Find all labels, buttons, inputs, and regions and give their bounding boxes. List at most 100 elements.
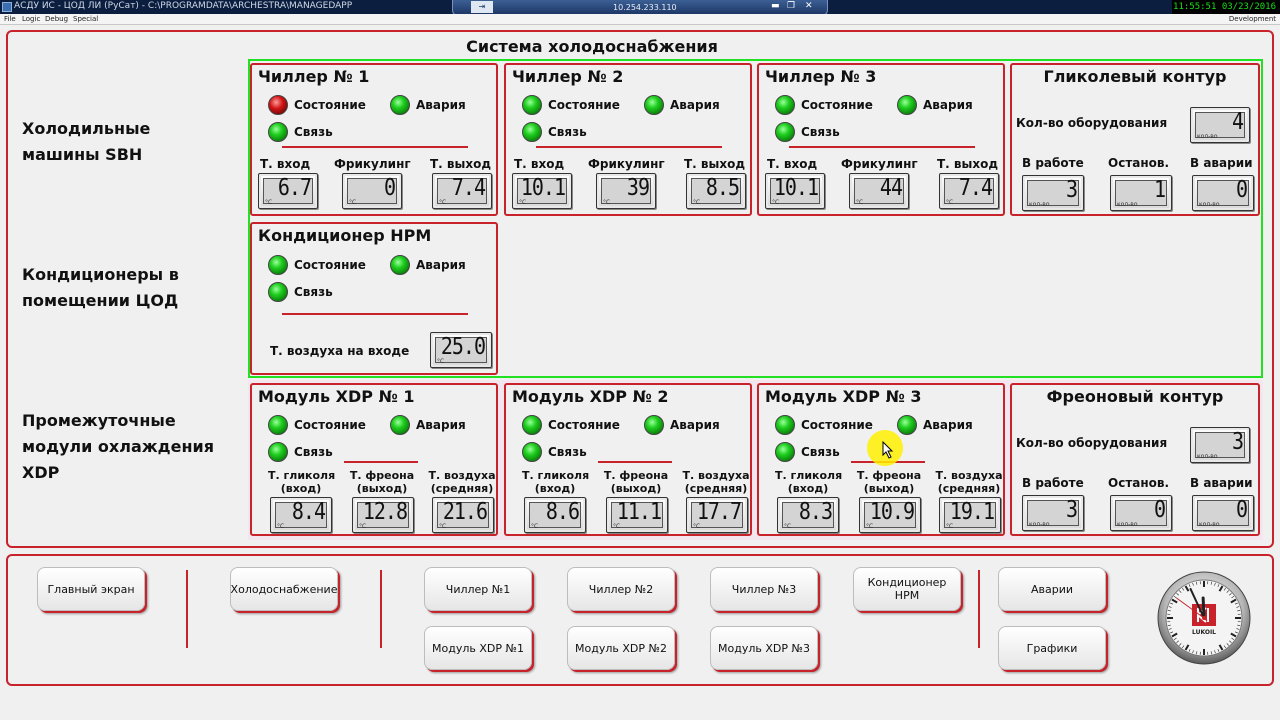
chiller-2-button[interactable]: Чиллер №2 <box>567 567 675 611</box>
xdp-module-3-button[interactable]: Модуль XDP №3 <box>710 626 818 670</box>
chiller-2-panel[interactable]: Чиллер № 2 Состояние Авария Связь Т. вхо… <box>504 63 752 216</box>
freon-header-stopped: Останов. <box>1108 476 1170 490</box>
xdp-module-2-header-air: Т. воздуха (средняя) <box>682 469 750 495</box>
chiller-1-header-free: Фрикулинг <box>334 157 411 171</box>
xdp-module-3-glycol-display: 8.3 °C <box>777 497 839 533</box>
menu-logic[interactable]: Logic <box>22 15 40 23</box>
menu-special[interactable]: Special <box>73 15 98 23</box>
xdp-module-2-link-label: Связь <box>548 445 587 459</box>
row-label-modules: Промежуточные модули охлаждения XDP <box>22 411 214 482</box>
chiller-2-link-led <box>522 122 542 142</box>
xdp-module-2-glycol-display: 8.6 °C <box>524 497 586 533</box>
freon-panel[interactable]: Фреоновый контур Кол-во оборудования 3 ко… <box>1010 383 1260 536</box>
chiller-2-link-label: Связь <box>548 125 587 139</box>
nav-separator <box>978 570 980 648</box>
chiller-1-out-display: 7.4 °C <box>432 173 492 209</box>
chiller-1-free-display: 0 °C <box>342 173 402 209</box>
xdp-module-2-link-led <box>522 442 542 462</box>
chiller-1-panel[interactable]: Чиллер № 1 Состояние Авария Связь Т. вхо… <box>250 63 498 216</box>
glycol-header-working: В работе <box>1022 156 1084 170</box>
charts-button[interactable]: Графики <box>998 626 1106 670</box>
main-screen-button[interactable]: Главный экран <box>37 567 145 611</box>
freon-stopped-display: 0 кол-во <box>1110 495 1172 531</box>
restore-icon[interactable]: ❐ <box>787 1 795 11</box>
chiller-3-alarm-label: Авария <box>923 98 973 112</box>
chiller-3-button[interactable]: Чиллер №3 <box>710 567 818 611</box>
mode-label: Development <box>1228 15 1276 23</box>
chiller-1-title: Чиллер № 1 <box>258 67 370 86</box>
conditioner-state-label: Состояние <box>294 258 366 272</box>
conditioner-panel[interactable]: Кондиционер НРМ Состояние Авария Связь Т… <box>250 222 498 375</box>
xdp-module-1-alarm-led <box>390 415 410 435</box>
xdp-module-2-alarm-label: Авария <box>670 418 720 432</box>
nav-separator <box>186 570 188 648</box>
chiller-1-header-out: Т. выход <box>430 157 492 171</box>
chiller-2-state-label: Состояние <box>548 98 620 112</box>
row-label-conditioners: Кондиционеры в помещении ЦОД <box>22 265 179 310</box>
chiller-3-alarm-led <box>897 95 917 115</box>
menu-file[interactable]: File <box>4 15 16 23</box>
xdp-module-2-header-freon: Т. фреона (выход) <box>603 469 669 495</box>
chiller-1-state-label: Состояние <box>294 98 366 112</box>
row-label-chillers: Холодильные машины SBH <box>22 119 151 164</box>
xdp-module-1-panel[interactable]: Модуль XDP № 1 Состояние Авария Связь Т.… <box>250 383 498 536</box>
chiller-2-alarm-label: Авария <box>670 98 720 112</box>
chiller-3-state-led <box>775 95 795 115</box>
chiller-1-button[interactable]: Чиллер №1 <box>424 567 532 611</box>
chiller-3-header-in: Т. вход <box>767 157 818 171</box>
chiller-3-panel[interactable]: Чиллер № 3 Состояние Авария Связь Т. вхо… <box>757 63 1005 216</box>
xdp-module-2-air-display: 17.7 °C <box>686 497 748 533</box>
conditioner-button[interactable]: Кондиционер НРМ <box>853 567 961 611</box>
xdp-module-1-state-led <box>268 415 288 435</box>
xdp-module-1-title: Модуль XDP № 1 <box>258 387 415 406</box>
xdp-module-1-link-label: Связь <box>294 445 333 459</box>
chiller-3-free-display: 44 °C <box>849 173 909 209</box>
xdp-module-3-freon-display: 10.9 °C <box>859 497 921 533</box>
conditioner-state-led <box>268 255 288 275</box>
pin-icon[interactable]: ⇥ <box>471 1 493 13</box>
chiller-1-state-led <box>268 95 288 115</box>
mouse-pointer-icon <box>882 441 894 459</box>
xdp-module-2-button[interactable]: Модуль XDP №2 <box>567 626 675 670</box>
glycol-working-display: 3 кол-во <box>1022 175 1084 211</box>
xdp-module-3-air-display: 19.1 °C <box>939 497 1001 533</box>
chiller-3-header-free: Фрикулинг <box>841 157 918 171</box>
chiller-3-link-led <box>775 122 795 142</box>
conditioner-air-label: Т. воздуха на входе <box>270 344 410 358</box>
xdp-module-1-link-led <box>268 442 288 462</box>
conditioner-air-display: 25.0 °C <box>430 332 492 368</box>
xdp-module-3-link-led <box>775 442 795 462</box>
xdp-module-3-state-label: Состояние <box>801 418 873 432</box>
chiller-2-free-display: 39 °C <box>596 173 656 209</box>
cooling-button[interactable]: Холодоснабжение <box>230 567 338 611</box>
minimize-icon[interactable]: ▬ <box>771 1 780 11</box>
menu-debug[interactable]: Debug <box>45 15 68 23</box>
nav-separator <box>380 570 382 648</box>
xdp-module-1-alarm-label: Авария <box>416 418 466 432</box>
chiller-1-alarm-label: Авария <box>416 98 466 112</box>
xdp-module-1-button[interactable]: Модуль XDP №1 <box>424 626 532 670</box>
chiller-3-title: Чиллер № 3 <box>765 67 877 86</box>
glycol-header-stopped: Останов. <box>1108 156 1170 170</box>
xdp-module-1-divider <box>344 461 418 463</box>
xdp-module-1-header-air: Т. воздуха (средняя) <box>428 469 496 495</box>
xdp-module-2-panel[interactable]: Модуль XDP № 2 Состояние Авария Связь Т.… <box>504 383 752 536</box>
chiller-3-divider <box>789 146 975 148</box>
chiller-1-alarm-led <box>390 95 410 115</box>
xdp-module-3-header-freon: Т. фреона (выход) <box>856 469 922 495</box>
window-title: АСДУ ИС - ЦОД ЛИ (РуСат) - C:\PROGRAMDAT… <box>14 1 353 11</box>
glycol-count-display: 4 кол-во <box>1190 107 1250 143</box>
alarms-button[interactable]: Аварии <box>998 567 1106 611</box>
chiller-1-in-display: 6.7 °C <box>258 173 318 209</box>
menu-bar: File Logic Debug Special Development <box>0 14 1280 25</box>
freon-count-display: 3 кол-во <box>1190 427 1250 463</box>
page-title: Система холодоснабжения <box>466 37 718 56</box>
xdp-module-3-header-glycol: Т. гликоля (вход) <box>775 469 843 495</box>
close-icon[interactable]: ✕ <box>805 1 813 11</box>
xdp-module-2-header-glycol: Т. гликоля (вход) <box>522 469 590 495</box>
conditioner-title: Кондиционер НРМ <box>258 226 432 245</box>
chiller-3-state-label: Состояние <box>801 98 873 112</box>
glycol-panel[interactable]: Гликолевый контур Кол-во оборудования 4к… <box>1010 63 1260 216</box>
freon-alarm-display: 0 кол-во <box>1192 495 1254 531</box>
conditioner-link-led <box>268 282 288 302</box>
